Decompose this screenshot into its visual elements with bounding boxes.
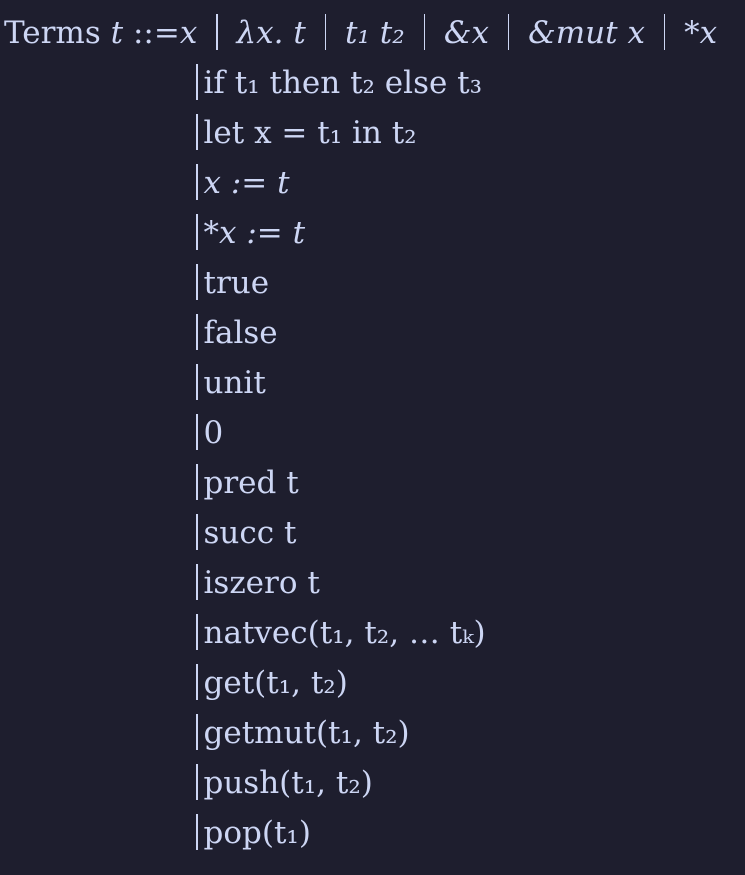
alternative-text: getmut(t₁, t₂) [203,715,410,751]
grammar-defines-symbol: ::= [132,15,180,51]
alternative-text: get(t₁, t₂) [203,665,348,701]
alternative-separator [216,13,218,50]
grammar-alternative-pred: pred t [196,458,299,508]
alternative-text: push(t₁, t₂) [203,765,373,801]
grammar-alternative-natvec: natvec(t₁, t₂, … tₖ) [196,608,486,658]
alternative-separator [507,13,510,50]
term-variable: x [179,15,198,51]
alternative-separator [423,13,426,50]
term-application: t₁ t₂ [345,15,405,51]
alternative-bar [196,613,198,650]
grammar-alternative-pop: pop(t₁) [196,808,311,858]
alternative-bar [196,463,198,500]
terms-grammar: Terms t ::=x λx. t t₁ t₂ &x &mut x *x if… [0,0,745,875]
grammar-alternative-get: get(t₁, t₂) [196,658,348,708]
term-abstraction: λx. t [236,15,306,51]
alternative-text: unit [203,365,266,401]
alternative-bar [196,763,198,800]
alternative-bar [196,213,198,250]
alternative-text: true [203,265,270,301]
alternative-bar [196,263,198,300]
alternative-bar [196,513,198,550]
term-shared-borrow: &x [443,15,489,51]
alternative-separator [324,13,327,50]
alternative-text: pred t [203,465,299,501]
alternative-text: false [203,315,278,351]
alternative-bar [196,113,198,150]
alternative-text: iszero t [203,565,320,601]
alternative-text: if t₁ then t₂ else t₃ [203,65,483,101]
grammar-alternative-iszero: iszero t [196,558,320,608]
grammar-metavar: t [110,15,124,51]
grammar-alternative-deref-assign: *x := t [196,208,305,258]
term-dereference: *x [684,15,718,51]
alternative-bar [196,663,198,700]
grammar-alternative-succ: succ t [196,508,296,558]
grammar-alternative-push: push(t₁, t₂) [196,758,373,808]
alternative-text: x := t [203,165,290,201]
grammar-alternative-false: false [196,308,278,358]
alternative-text: let x = t₁ in t₂ [203,115,417,151]
alternative-bar [196,563,198,600]
grammar-alternative-getmut: getmut(t₁, t₂) [196,708,410,758]
grammar-first-line: Terms t ::=x λx. t t₁ t₂ &x &mut x *x [4,8,717,58]
grammar-alternative-let: let x = t₁ in t₂ [196,108,417,158]
alternative-text: succ t [203,515,297,551]
alternative-text: 0 [203,415,224,451]
grammar-alternative-zero: 0 [196,408,223,458]
alternative-text: *x := t [203,215,306,251]
grammar-alternative-unit: unit [196,358,266,408]
alternative-bar [196,313,198,350]
alternative-bar [196,163,198,200]
alternative-bar [196,813,198,850]
alternative-bar [196,63,198,100]
alternative-bar [196,363,198,400]
alternative-separator [663,13,666,50]
grammar-alternative-assign: x := t [196,158,290,208]
alternative-bar [196,413,198,450]
alternative-text: natvec(t₁, t₂, … tₖ) [203,615,486,651]
grammar-label: Terms [4,15,101,51]
term-mutable-borrow: &mut x [528,15,645,51]
grammar-alternative-true: true [196,258,269,308]
alternative-bar [196,713,198,750]
grammar-alternative-if: if t₁ then t₂ else t₃ [196,58,482,108]
alternative-text: pop(t₁) [203,815,311,851]
